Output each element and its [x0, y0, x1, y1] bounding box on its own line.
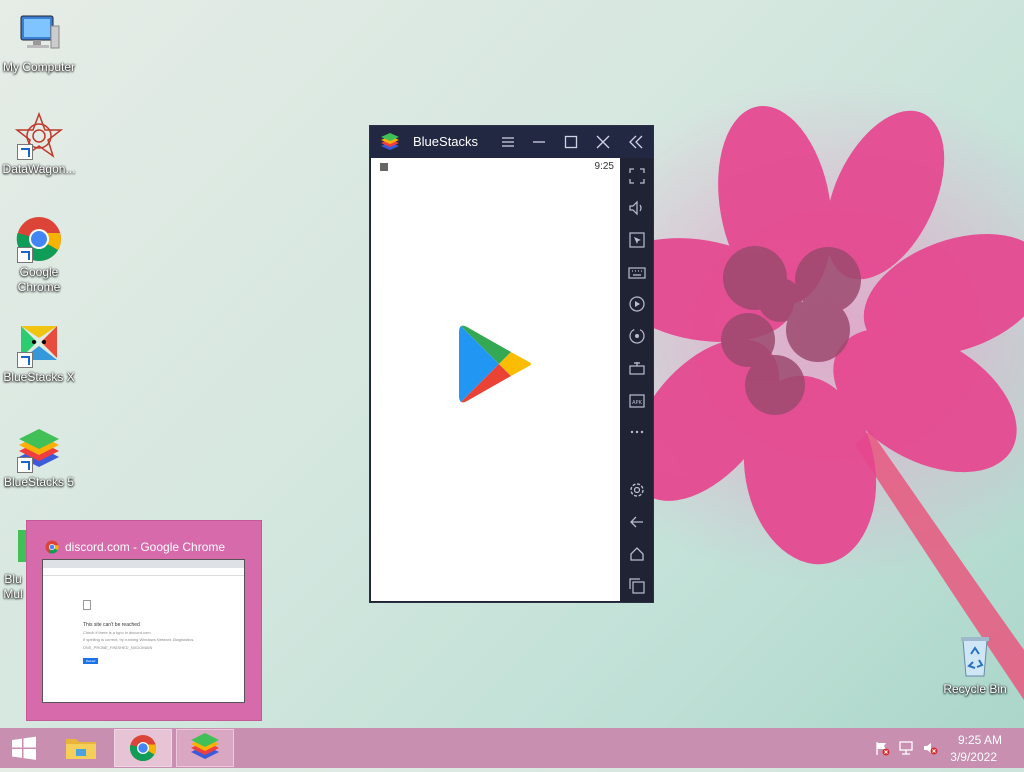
- recycle-bin-icon: [951, 632, 999, 680]
- svg-text:APK: APK: [632, 400, 642, 406]
- bluestacks-logo-icon: [381, 133, 399, 150]
- back-icon[interactable]: [627, 512, 647, 532]
- fullscreen-icon[interactable]: [627, 166, 647, 186]
- preview-tabbar: [43, 560, 244, 568]
- cursor-icon[interactable]: [627, 230, 647, 250]
- desktop-icon-label: DataWagon...: [2, 162, 76, 176]
- desktop-icon-label: BlueStacks X: [3, 370, 75, 384]
- keyboard-icon[interactable]: [627, 262, 647, 282]
- desktop-icon-label: Blu Mul: [3, 572, 23, 601]
- preview-reload-button: Reload: [83, 658, 98, 664]
- preview-page: This site can't be reached Check if ther…: [42, 559, 245, 703]
- shortcut-arrow-icon: [17, 247, 33, 263]
- shortcut-arrow-icon: [17, 144, 33, 160]
- notification-icon: [380, 163, 388, 171]
- shortcut-arrow-icon: [17, 457, 33, 473]
- bluestacks-5-icon: [15, 425, 63, 473]
- desktop-icon-label: Recycle Bin: [943, 682, 1007, 696]
- shortcut-arrow-icon: [17, 352, 33, 368]
- action-center-flag-icon[interactable]: [874, 740, 890, 756]
- desktop-icon-label: BlueStacks 5: [3, 475, 75, 489]
- desktop-icon-label: My Computer: [2, 60, 76, 74]
- taskbar-file-explorer[interactable]: [52, 729, 110, 767]
- clock-date[interactable]: 3/9/2022: [950, 750, 997, 764]
- desktop-icon-label: Google Chrome: [17, 265, 61, 294]
- close-icon[interactable]: [594, 133, 612, 151]
- bluestacks-sidebar: APK: [621, 158, 653, 602]
- maximize-icon[interactable]: [562, 133, 580, 151]
- menu-icon[interactable]: [499, 133, 517, 151]
- computer-icon: [15, 10, 63, 58]
- recents-icon[interactable]: [627, 576, 647, 596]
- google-play-logo-icon: [459, 325, 531, 403]
- apk-icon[interactable]: APK: [627, 390, 647, 410]
- minimize-icon[interactable]: [530, 133, 548, 151]
- chrome-icon: [45, 540, 59, 554]
- bluestacks-icon: [191, 733, 219, 759]
- preview-error-line: If spelling is correct, try running Wind…: [83, 637, 195, 642]
- desktop-icon-datawagon[interactable]: DataWagon...: [0, 111, 80, 177]
- preview-address-bar: [43, 568, 244, 576]
- more-icon[interactable]: [627, 422, 647, 442]
- network-icon[interactable]: [898, 740, 914, 756]
- chrome-icon: [129, 735, 157, 762]
- file-explorer-icon: [66, 739, 96, 759]
- window-title: BlueStacks: [413, 134, 479, 149]
- chrome-icon: [15, 215, 63, 263]
- bluestacks-x-icon: [15, 320, 63, 368]
- android-screen[interactable]: 9:25: [371, 158, 620, 601]
- preview-title: discord.com - Google Chrome: [65, 540, 226, 554]
- volume-icon[interactable]: [627, 198, 647, 218]
- preview-error-code: DNS_PROBE_FINISHED_NXDOMAIN: [83, 645, 153, 650]
- macro-icon[interactable]: [627, 294, 647, 314]
- preview-error-line: Check if there is a typo in discord.com: [83, 630, 151, 635]
- desktop-icon-bluestacks-multi[interactable]: Blu Mul: [0, 522, 28, 602]
- desktop-icon-google-chrome[interactable]: Google Chrome: [0, 215, 80, 295]
- taskbar: 9:25 AM 3/9/2022: [0, 728, 1024, 768]
- preview-error-heading: This site can't be reached: [83, 622, 140, 628]
- collapse-icon[interactable]: [627, 133, 645, 151]
- datawagon-icon: [14, 111, 64, 160]
- status-bar-time: 9:25: [594, 161, 614, 172]
- taskbar-chrome[interactable]: [114, 729, 172, 767]
- shake-icon[interactable]: [627, 358, 647, 378]
- desktop-icon-bluestacks-5[interactable]: BlueStacks 5: [0, 425, 80, 490]
- clock-time[interactable]: 9:25 AM: [958, 733, 1002, 747]
- home-icon[interactable]: [627, 544, 647, 564]
- bluestacks-window[interactable]: BlueStacks 9:25 APK: [370, 126, 653, 602]
- rotate-icon[interactable]: [627, 326, 647, 346]
- settings-icon[interactable]: [627, 480, 647, 500]
- desktop-icon-my-computer[interactable]: My Computer: [0, 10, 80, 75]
- desktop-icon-recycle-bin[interactable]: Recycle Bin: [934, 632, 1016, 697]
- bluestacks-titlebar[interactable]: BlueStacks: [370, 126, 653, 158]
- sad-document-icon: [83, 600, 91, 610]
- volume-muted-icon[interactable]: [922, 740, 938, 756]
- windows-start-icon[interactable]: [0, 728, 48, 768]
- taskbar-bluestacks[interactable]: [176, 729, 234, 767]
- chrome-taskbar-preview[interactable]: discord.com - Google Chrome This site ca…: [26, 520, 262, 721]
- desktop-icon-bluestacks-x[interactable]: BlueStacks X: [0, 320, 80, 385]
